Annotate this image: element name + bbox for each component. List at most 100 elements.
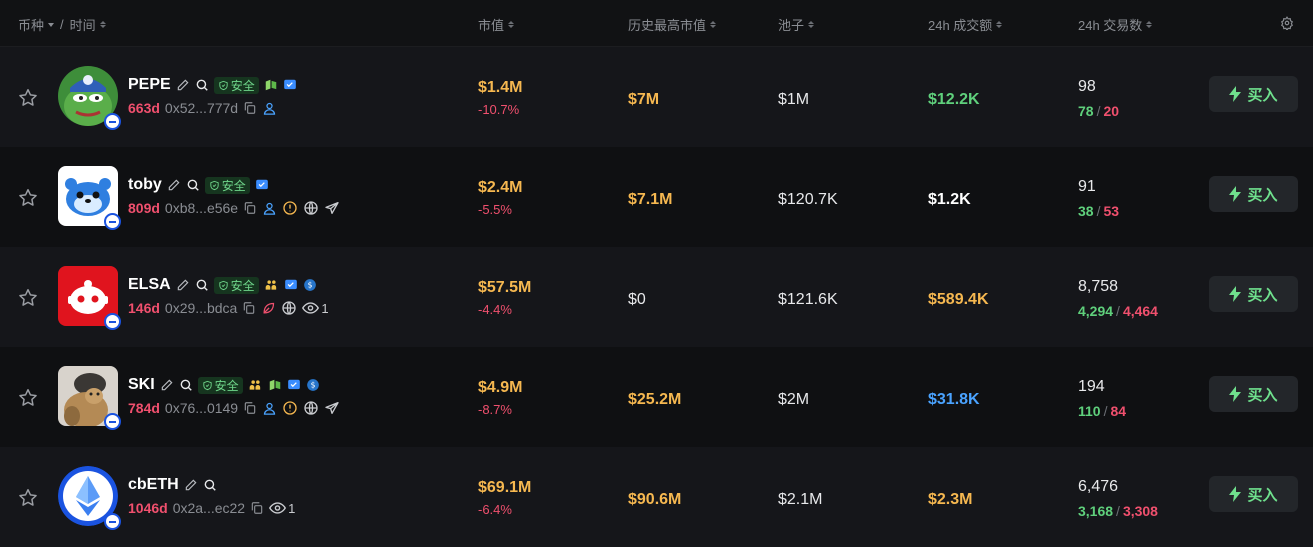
header-ath-label[interactable]: 历史最高市值 — [628, 15, 706, 34]
volume-24h: $1.2K — [928, 191, 971, 208]
header-volume-label[interactable]: 24h 成交额 — [928, 15, 992, 34]
token-name[interactable]: ELSA — [128, 276, 171, 294]
chain-badge-icon — [104, 413, 121, 430]
txs-split: 4,294/4,464 — [1078, 303, 1158, 319]
sort-icon[interactable] — [710, 21, 717, 28]
leaf-icon[interactable] — [261, 301, 276, 316]
telegram-icon[interactable] — [324, 200, 340, 216]
buy-button[interactable]: 买入 — [1209, 76, 1298, 112]
token-address[interactable]: 0x76...0149 — [165, 400, 238, 416]
lightning-icon — [1229, 86, 1242, 102]
chevron-down-icon[interactable] — [48, 22, 55, 27]
edit-icon[interactable] — [176, 78, 190, 92]
txs-split: 3,168/3,308 — [1078, 503, 1158, 519]
eye-icon — [269, 501, 287, 515]
sort-icon[interactable] — [508, 21, 515, 28]
header-pool[interactable]: 池子 — [778, 15, 815, 34]
token-address[interactable]: 0x29...bdca — [165, 300, 237, 316]
globe-icon[interactable] — [281, 300, 297, 316]
search-icon[interactable] — [195, 278, 209, 292]
copy-icon[interactable] — [243, 101, 257, 115]
token-age: 809d — [128, 200, 160, 216]
search-icon[interactable] — [195, 78, 209, 92]
ath-market-cap: $90.6M — [628, 491, 682, 508]
copy-icon[interactable] — [243, 201, 257, 215]
token-name[interactable]: SKI — [128, 376, 155, 394]
market-cap: $1.4M — [478, 79, 523, 96]
table-row[interactable]: ELSA 安全 $ 146d 0x29...bdca 1 $57.5M -4.4… — [0, 247, 1313, 347]
safe-badge: 安全 — [204, 176, 250, 194]
buy-button[interactable]: 买入 — [1209, 176, 1298, 212]
buy-count: 38 — [1078, 203, 1094, 219]
volume-24h: $12.2K — [928, 91, 980, 108]
sort-icon[interactable] — [996, 21, 1003, 28]
edit-icon[interactable] — [184, 478, 198, 492]
token-name[interactable]: toby — [128, 176, 162, 194]
star-icon[interactable] — [17, 187, 39, 209]
header-token-time[interactable]: 币种 / 时间 — [18, 15, 106, 34]
table-row[interactable]: PEPE 安全 663d 0x52...777d $1.4M -10.7% $7… — [0, 47, 1313, 147]
warning-icon[interactable] — [282, 400, 298, 416]
eye-icon — [302, 301, 320, 315]
sort-icon[interactable] — [1146, 21, 1153, 28]
ath-market-cap: $25.2M — [628, 391, 682, 408]
copy-icon[interactable] — [250, 501, 264, 515]
sort-icon[interactable] — [99, 21, 106, 28]
search-icon[interactable] — [179, 378, 193, 392]
header-txs-label[interactable]: 24h 交易数 — [1078, 15, 1142, 34]
copy-icon[interactable] — [242, 301, 256, 315]
edit-icon[interactable] — [167, 178, 181, 192]
search-icon[interactable] — [203, 478, 217, 492]
user-icon[interactable] — [262, 401, 277, 416]
buy-button[interactable]: 买入 — [1209, 276, 1298, 312]
warning-icon[interactable] — [282, 200, 298, 216]
buy-button[interactable]: 买入 — [1209, 376, 1298, 412]
copy-icon[interactable] — [243, 401, 257, 415]
txs-24h: 194 — [1078, 378, 1105, 395]
user-icon[interactable] — [262, 201, 277, 216]
search-icon[interactable] — [186, 178, 200, 192]
buy-button-label[interactable]: 买入 — [1247, 484, 1277, 505]
star-icon[interactable] — [17, 387, 39, 409]
buy-count: 3,168 — [1078, 503, 1114, 519]
market-cap-change: -5.5% — [478, 202, 512, 217]
globe-icon[interactable] — [303, 200, 319, 216]
token-address[interactable]: 0xb8...e56e — [165, 200, 238, 216]
header-ath[interactable]: 历史最高市值 — [628, 15, 717, 34]
token-name[interactable]: cbETH — [128, 476, 179, 494]
token-address[interactable]: 0x2a...ec22 — [173, 500, 245, 516]
table-row[interactable]: toby 安全 809d 0xb8...e56e $2.4M -5.5% $7.… — [0, 147, 1313, 247]
sort-icon[interactable] — [808, 21, 815, 28]
token-address[interactable]: 0x52...777d — [165, 100, 238, 116]
buy-button[interactable]: 买入 — [1209, 476, 1298, 512]
token-age: 784d — [128, 400, 160, 416]
buy-button-label[interactable]: 买入 — [1247, 84, 1277, 105]
market-cap-change: -8.7% — [478, 402, 512, 417]
star-icon[interactable] — [17, 287, 39, 309]
header-txs[interactable]: 24h 交易数 — [1078, 15, 1153, 34]
edit-icon[interactable] — [176, 278, 190, 292]
header-mcap-label[interactable]: 市值 — [478, 15, 504, 34]
safe-badge: 安全 — [213, 76, 259, 94]
market-cap: $2.4M — [478, 179, 523, 196]
buy-button-label[interactable]: 买入 — [1247, 184, 1277, 205]
safe-badge-label: 安全 — [221, 178, 246, 193]
header-time-label[interactable]: 时间 — [70, 15, 96, 34]
table-row[interactable]: SKI 安全 $ 784d 0x76...0149 $4.9M -8.7% $2… — [0, 347, 1313, 447]
gear-icon[interactable] — [1280, 16, 1294, 30]
buy-button-label[interactable]: 买入 — [1247, 284, 1277, 305]
token-name[interactable]: PEPE — [128, 76, 171, 94]
star-icon[interactable] — [17, 487, 39, 509]
header-mcap[interactable]: 市值 — [478, 15, 515, 34]
user-icon[interactable] — [262, 101, 277, 116]
header-token-label[interactable]: 币种 — [18, 15, 44, 34]
buy-button-label[interactable]: 买入 — [1247, 384, 1277, 405]
edit-icon[interactable] — [160, 378, 174, 392]
header-pool-label[interactable]: 池子 — [778, 15, 804, 34]
verified-chat-icon — [283, 78, 297, 92]
star-icon[interactable] — [17, 87, 39, 109]
header-volume[interactable]: 24h 成交额 — [928, 15, 1003, 34]
table-row[interactable]: cbETH 1046d 0x2a...ec22 1 $69.1M -6.4% $… — [0, 447, 1313, 547]
telegram-icon[interactable] — [324, 400, 340, 416]
globe-icon[interactable] — [303, 400, 319, 416]
